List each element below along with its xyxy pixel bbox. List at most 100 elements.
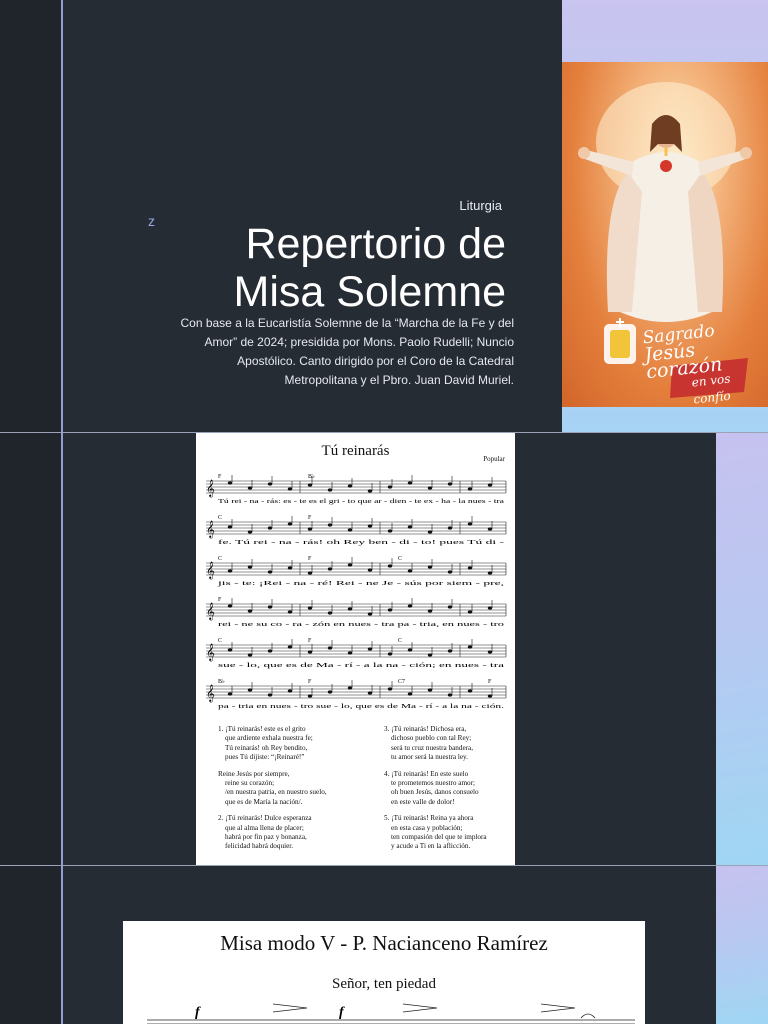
- lyrics-line: sue - lo, que es de Ma - rí - a la na - …: [218, 662, 504, 669]
- note-head: [427, 653, 433, 657]
- note-head: [447, 649, 453, 653]
- slide-accent-line: [61, 433, 63, 865]
- verse-block: Reine Jesús por siempre, reine su corazón…: [218, 770, 327, 808]
- note-head: [427, 565, 433, 569]
- verse-line: que al alma llena de placer;: [225, 823, 304, 832]
- note-head: [387, 652, 393, 656]
- staff-row: 𝄞Frei - ne su co - ra - zón en nues - tr…: [206, 597, 507, 628]
- verse-line: en este valle de dolor!: [391, 797, 455, 806]
- slide-subtitle: Con base a la Eucaristía Solemne de la “…: [180, 316, 514, 387]
- slide-kicker: Liturgia: [459, 198, 502, 213]
- lyrics-line: fe. Tú rei - na - rás! oh Rey ben - di -…: [218, 539, 504, 546]
- staff-row: 𝄞C Ffe. Tú rei - na - rás! oh Rey ben - d…: [206, 515, 507, 546]
- chord-label: B♭: [308, 473, 315, 480]
- treble-clef-icon: 𝄞: [206, 479, 215, 497]
- verse-line: 4. ¡Tú reinarás! En este suelo: [384, 769, 469, 778]
- svg-text:f: f: [339, 1005, 345, 1020]
- verse-line: dichoso pueblo con tal Rey;: [391, 734, 472, 743]
- note-head: [387, 485, 393, 489]
- verse-line: oh buen Jesús, danos consuelo: [391, 788, 479, 797]
- score-sheet-2: Misa modo V - P. Nacianceno Ramírez Seño…: [123, 921, 645, 1024]
- verse-block: 3. ¡Tú reinarás! Dichosa era, dichoso pue…: [384, 725, 487, 763]
- chord-label: F: [308, 556, 312, 562]
- sacred-heart-image: Sagrado Jesús corazón en vos confío: [562, 62, 768, 407]
- note-head: [427, 530, 433, 534]
- caption-line-3: en vos confío: [690, 371, 732, 407]
- note-head: [247, 688, 253, 692]
- note-head: [267, 482, 273, 486]
- chord-label: F: [218, 597, 222, 603]
- chord-label: F: [308, 515, 312, 521]
- note-head: [287, 522, 293, 526]
- svg-text:f: f: [195, 1005, 201, 1020]
- lyrics-line: pa - tria en nues - tro sue - lo, que es…: [218, 703, 505, 710]
- verse-line: que es de María la nación/.: [225, 797, 303, 806]
- slide-accent-line: [61, 0, 63, 432]
- note-head: [427, 688, 433, 692]
- sacred-heart-caption: Sagrado Jesús corazón en vos confío: [642, 318, 768, 407]
- chord-label: F: [308, 638, 312, 644]
- chord-label: C: [398, 638, 402, 644]
- slide-left-band: [0, 0, 61, 432]
- verse-line: será tu cruz nuestra bandera,: [391, 743, 474, 752]
- note-head: [227, 604, 233, 608]
- note-head: [347, 484, 353, 488]
- note-head: [367, 524, 373, 528]
- note-head: [327, 523, 333, 527]
- note-head: [387, 564, 393, 568]
- note-head: [307, 650, 313, 654]
- note-head: [327, 611, 333, 615]
- verse-block: 4. ¡Tú reinarás! En este suelo te promete…: [384, 770, 487, 808]
- treble-clef-icon: 𝄞: [206, 561, 215, 579]
- verse-line: felicidad habrá doquier.: [225, 842, 294, 851]
- note-head: [287, 610, 293, 614]
- chord-label: C: [398, 556, 402, 562]
- verse-block: 5. ¡Tú reinarás! Reina ya ahora en esta c…: [384, 814, 487, 852]
- note-head: [287, 645, 293, 649]
- note-head: [287, 487, 293, 491]
- score-2-title: Misa modo V - P. Nacianceno Ramírez: [220, 931, 548, 955]
- slide-right-strip: [716, 433, 768, 865]
- treble-clef-icon: 𝄞: [206, 684, 215, 702]
- verse-line: Tú reinarás! oh Rey bendito,: [225, 743, 308, 752]
- note-head: [427, 486, 433, 490]
- note-head: [247, 609, 253, 613]
- note-head: [367, 691, 373, 695]
- verses-left: 1. ¡Tú reinarás! este es el grito que ard…: [218, 725, 327, 859]
- note-head: [487, 527, 493, 531]
- verse-line: ten compasión del que te implora: [391, 833, 487, 842]
- note-head: [367, 568, 373, 572]
- note-head: [467, 566, 473, 570]
- note-head: [407, 481, 413, 485]
- slide-accent-line: [61, 866, 63, 1024]
- title-line-2: Misa Solemne: [233, 268, 506, 316]
- verse-block: 2. ¡Tú reinarás! Dulce esperanza que al a…: [218, 814, 327, 852]
- note-head: [467, 645, 473, 649]
- note-head: [467, 522, 473, 526]
- note-head: [467, 487, 473, 491]
- score-sheet: Tú reinarás Popular 𝄞 F B♭ Tú rei - na - rá…: [196, 433, 515, 865]
- note-head: [247, 565, 253, 569]
- verse-line: reine su corazón;: [225, 779, 275, 788]
- note-head: [247, 486, 253, 490]
- treble-clef-icon: 𝄞: [206, 602, 215, 620]
- music-staves: 𝄞F B♭Tú rei - na - rás: es - te es el gri…: [206, 473, 507, 710]
- note-head: [387, 529, 393, 533]
- note-head: [267, 570, 273, 574]
- slide-score-tu-reinaras: Tú reinarás Popular 𝄞 F B♭ Tú rei - na - rá…: [0, 433, 768, 865]
- note-head: [327, 488, 333, 492]
- note-head: [347, 651, 353, 655]
- note-head: [367, 489, 373, 493]
- title-line-1: Repertorio de: [245, 220, 506, 268]
- staff-row: 𝄞F B♭ Tú rei - na - rás: es - te es el gri…: [206, 473, 507, 505]
- note-head: [227, 648, 233, 652]
- note-head: [467, 610, 473, 614]
- verse-line: tu amor será la nuestra ley.: [391, 753, 468, 762]
- verse-line: /en nuestra patria, en nuestro suelo,: [225, 788, 327, 797]
- note-head: [327, 690, 333, 694]
- note-head: [227, 481, 233, 485]
- note-head: [347, 686, 353, 690]
- note-head: [487, 606, 493, 610]
- note-head: [267, 526, 273, 530]
- note-head: [227, 692, 233, 696]
